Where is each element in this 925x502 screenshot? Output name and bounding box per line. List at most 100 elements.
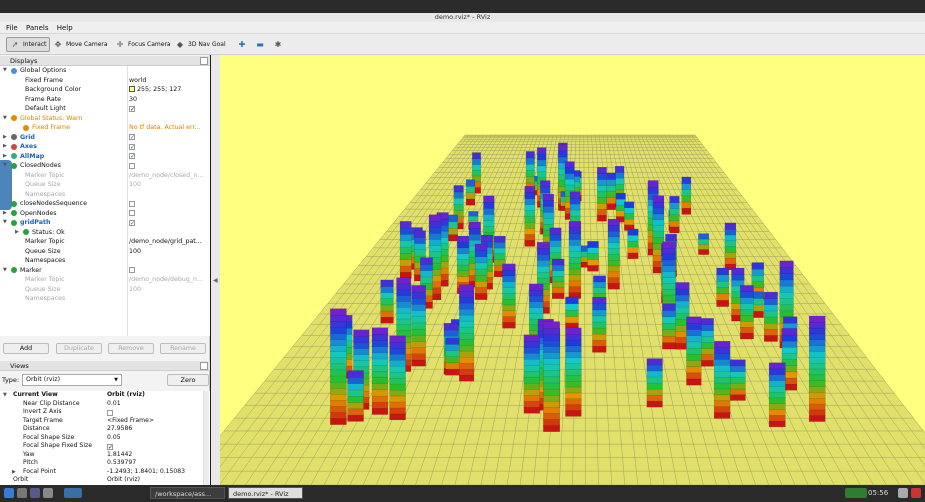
expand-right-icon[interactable]: ▶	[3, 142, 7, 152]
enable-checkbox[interactable]: ✓	[129, 105, 135, 112]
menu-help[interactable]: Help	[57, 22, 73, 34]
display-row[interactable]: Marker Topic/demo_node/debug_n...	[0, 275, 210, 285]
expand-down-icon[interactable]: ▼	[3, 266, 7, 276]
display-row-value[interactable]: /demo_node/closed_n...	[129, 171, 207, 181]
panel-close-button[interactable]	[200, 57, 208, 65]
display-row-value[interactable]: /demo_node/debug_n...	[129, 275, 207, 285]
enable-checkbox[interactable]	[129, 267, 135, 273]
display-row[interactable]: Frame Rate 30	[0, 95, 210, 105]
move-camera-tool-button[interactable]: ✥ Move Camera	[50, 37, 111, 52]
display-row[interactable]: Marker Topic/demo_node/closed_n...	[0, 171, 210, 181]
view-row[interactable]: Target Frame <Fixed Frame>	[0, 417, 205, 426]
render-viewport[interactable]	[220, 55, 925, 485]
enable-checkbox[interactable]: ✓	[129, 153, 135, 160]
display-row[interactable]: Queue Size 100	[0, 180, 210, 190]
view-row[interactable]: ▼ Current View Orbit (rviz)	[0, 391, 205, 400]
display-row-value[interactable]: world	[129, 76, 207, 86]
view-row-value[interactable]: Orbit (rviz)	[107, 391, 145, 400]
expand-down-icon[interactable]: ▼	[3, 114, 7, 124]
view-row-value[interactable]: 0.01	[107, 400, 121, 409]
expand-right-icon[interactable]: ▶	[3, 209, 7, 219]
files-icon[interactable]	[17, 488, 27, 498]
interact-tool-button[interactable]: ➚ Interact	[6, 37, 51, 52]
view-row[interactable]: ▶ Focal Point -1.2493; 1.8401; 0.15083	[0, 468, 205, 477]
remove-button[interactable]: Remove	[108, 343, 154, 354]
expand-right-icon[interactable]: ▶	[15, 228, 19, 238]
display-row[interactable]: Queue Size 100	[0, 247, 210, 257]
task-rviz[interactable]: demo.rviz* - RViz	[228, 487, 303, 499]
nav-goal-tool-button[interactable]: ◆ 3D Nav Goal	[172, 37, 229, 52]
duplicate-button[interactable]: Duplicate	[56, 343, 102, 354]
display-row[interactable]: Background Color 255; 255; 127	[0, 85, 210, 95]
add-tool-button[interactable]: ✚	[234, 37, 250, 52]
expand-right-icon[interactable]: ▶	[12, 468, 16, 477]
view-row-value[interactable]: 27.9586	[107, 425, 132, 434]
view-checkbox[interactable]	[107, 409, 113, 416]
view-row[interactable]: Yaw 1.81442	[0, 451, 205, 460]
display-row-value[interactable]: 30	[129, 95, 207, 105]
rename-button[interactable]: Rename	[160, 343, 206, 354]
menu-file[interactable]: File	[6, 22, 18, 34]
display-row[interactable]: Default Light ✓	[0, 104, 210, 114]
display-row[interactable]: ▶ Grid ✓	[0, 133, 210, 143]
view-row-value[interactable]: Orbit (rviz)	[107, 476, 140, 485]
browser-icon[interactable]	[43, 488, 53, 498]
scene-3d[interactable]	[220, 55, 925, 485]
view-row-value[interactable]: -1.2493; 1.8401; 0.15083	[107, 468, 185, 477]
view-row-value[interactable]: 1.81442	[107, 451, 132, 460]
view-row[interactable]: Invert Z Axis	[0, 408, 205, 417]
enable-checkbox[interactable]: ✓	[129, 134, 135, 141]
display-row[interactable]: ▶ AllMap ✓	[0, 152, 210, 162]
launcher-icon[interactable]	[4, 488, 14, 498]
tool-properties-button[interactable]: ✱	[270, 37, 286, 52]
workspace-switcher-icon[interactable]	[64, 488, 82, 498]
view-row[interactable]: Distance 27.9586	[0, 425, 205, 434]
menu-panels[interactable]: Panels	[26, 22, 49, 34]
enable-checkbox[interactable]	[129, 200, 135, 207]
view-row[interactable]: Near Clip Distance 0.01	[0, 400, 205, 409]
terminal-icon[interactable]	[30, 488, 40, 498]
zero-button[interactable]: Zero	[167, 374, 209, 386]
display-row[interactable]: ▶ OpenNodes	[0, 209, 210, 219]
display-row[interactable]: Marker Topic/demo_node/grid_pat...	[0, 237, 210, 247]
display-row-value[interactable]: 100	[129, 180, 207, 190]
panel-close-button[interactable]	[200, 362, 208, 370]
display-row[interactable]: ▼ Marker	[0, 266, 210, 276]
display-row[interactable]: Namespaces	[0, 294, 210, 304]
view-type-select[interactable]: Orbit (rviz) ▼	[22, 374, 122, 386]
display-row-value[interactable]: 255; 255; 127	[129, 85, 207, 95]
power-icon[interactable]	[911, 488, 921, 498]
expand-down-icon[interactable]: ▼	[3, 161, 7, 171]
add-button[interactable]: Add	[3, 343, 49, 354]
expand-right-icon[interactable]: ▶	[3, 133, 7, 143]
display-row[interactable]: ▼ ClosedNodes	[0, 161, 210, 171]
focus-camera-tool-button[interactable]: ✛ Focus Camera	[112, 37, 174, 52]
task-workspace[interactable]: /workspace/ass...	[150, 487, 225, 499]
display-row-value[interactable]: /demo_node/grid_pat...	[129, 237, 207, 247]
view-row[interactable]: Focal Shape Fixed Size ✓	[0, 442, 205, 451]
display-row[interactable]: ▶ Axes ✓	[0, 142, 210, 152]
expand-down-icon[interactable]: ▼	[3, 391, 7, 400]
expand-down-icon[interactable]: ▼	[3, 66, 7, 76]
display-row[interactable]: Namespaces	[0, 190, 210, 200]
view-row[interactable]: Focal Shape Size 0.05	[0, 434, 205, 443]
enable-checkbox[interactable]: ✓	[129, 219, 135, 226]
collapse-arrow-icon[interactable]: ◀	[213, 277, 218, 284]
view-row-value[interactable]: <Fixed Frame>	[107, 417, 154, 426]
color-swatch[interactable]	[129, 86, 135, 92]
display-row[interactable]: Fixed Frame world	[0, 76, 210, 86]
display-row[interactable]: Queue Size 100	[0, 285, 210, 295]
display-row[interactable]: Fixed Frame No tf data. Actual err...	[0, 123, 210, 133]
display-row[interactable]: Namespaces	[0, 256, 210, 266]
expand-down-icon[interactable]: ▼	[3, 218, 7, 228]
display-row[interactable]: ▶ Status: Ok	[0, 228, 210, 238]
enable-checkbox[interactable]	[129, 162, 135, 169]
enable-checkbox[interactable]	[129, 210, 135, 216]
display-row[interactable]: ▼ Global Status: Warn	[0, 114, 210, 124]
enable-checkbox[interactable]: ✓	[129, 143, 135, 150]
view-row-value[interactable]: 0.05	[107, 434, 121, 443]
view-row-value[interactable]: 0.539797	[107, 459, 136, 468]
display-row[interactable]: ▼ Global Options	[0, 66, 210, 76]
remove-tool-button[interactable]: ▬	[252, 37, 268, 52]
expand-right-icon[interactable]: ▶	[3, 152, 7, 162]
